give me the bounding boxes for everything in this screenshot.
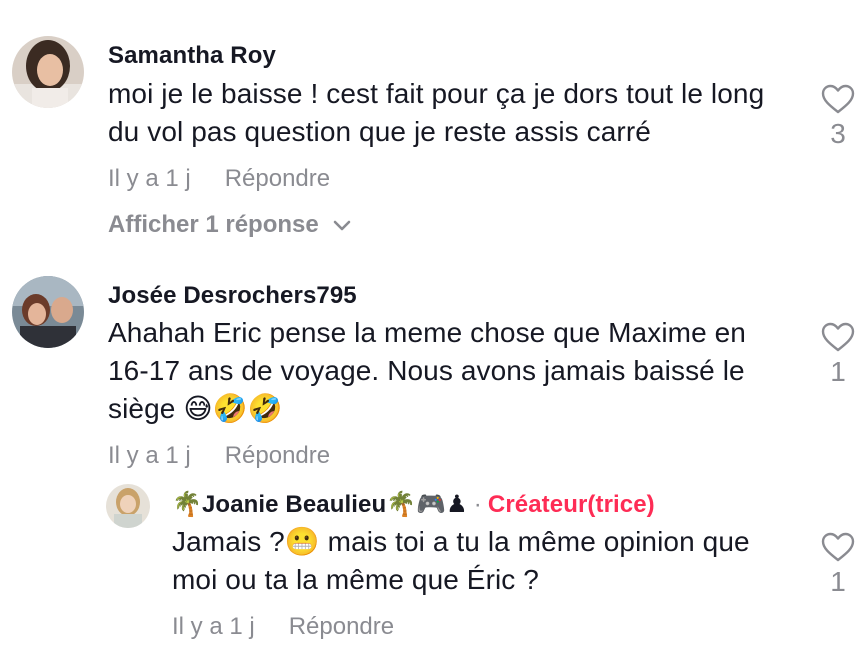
like-count: 1 (830, 356, 846, 387)
reply-button[interactable]: Répondre (289, 613, 394, 640)
comment-text: Ahahah Eric pense la meme chose que Maxi… (108, 317, 746, 424)
comment-item: Samantha Roy moi je le baisse ! cest fai… (0, 0, 868, 250)
chevron-down-icon (333, 211, 351, 239)
reply-item: 🌴Joanie Beaulieu🌴🎮♟ · Créateur(trice) Jama… (0, 480, 868, 660)
avatar[interactable] (12, 276, 84, 348)
comment-item: Josée Desrochers795 Ahahah Eric pense la… (0, 262, 868, 472)
like-control[interactable]: 1 (808, 322, 868, 388)
reply-button[interactable]: Répondre (225, 442, 330, 469)
reply-button[interactable]: Répondre (225, 165, 330, 192)
creator-badge: Créateur(trice) (487, 491, 655, 518)
avatar[interactable] (106, 484, 150, 528)
reply-meta: Il y a 1 j Répondre (172, 613, 394, 641)
show-replies-button[interactable]: Afficher 1 réponse (108, 211, 351, 239)
separator-dot: · (473, 491, 482, 518)
like-control[interactable]: 1 (808, 532, 868, 598)
like-count: 1 (830, 566, 846, 597)
like-control[interactable]: 3 (808, 84, 868, 150)
reply-text: Jamais ?😬 mais toi a tu la même opinion … (172, 526, 750, 595)
heart-icon[interactable] (808, 532, 868, 562)
reply-username[interactable]: 🌴Joanie Beaulieu🌴🎮♟ (172, 491, 468, 518)
like-count: 3 (830, 118, 846, 149)
comment-timestamp: Il y a 1 j (108, 165, 191, 192)
comment-timestamp: Il y a 1 j (108, 442, 191, 469)
heart-icon[interactable] (808, 322, 868, 352)
heart-icon[interactable] (808, 84, 868, 114)
comment-username[interactable]: Samantha Roy (108, 42, 276, 70)
comment-meta: Il y a 1 j Répondre (108, 442, 330, 470)
comments-panel: Samantha Roy moi je le baisse ! cest fai… (0, 0, 868, 660)
show-replies-label: Afficher 1 réponse (108, 211, 319, 238)
comment-meta: Il y a 1 j Répondre (108, 165, 330, 193)
comment-text: moi je le baisse ! cest fait pour ça je … (108, 78, 765, 147)
reply-timestamp: Il y a 1 j (172, 613, 255, 640)
reply-header: 🌴Joanie Beaulieu🌴🎮♟ · Créateur(trice) (172, 490, 655, 519)
avatar[interactable] (12, 36, 84, 108)
comment-username[interactable]: Josée Desrochers795 (108, 282, 357, 310)
